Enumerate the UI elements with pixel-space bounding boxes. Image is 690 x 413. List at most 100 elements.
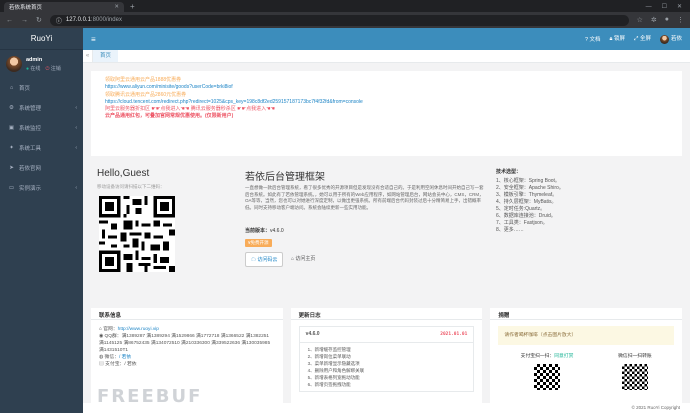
visit-home-button[interactable]: ⌂ 访问主页 xyxy=(289,252,317,265)
tech-stack: 技术选型： 1、核心框架：Spring Boot。 2、安全框架：Apache … xyxy=(496,169,564,233)
new-tab-icon[interactable]: + xyxy=(130,2,135,12)
notice-aliyun-title: 领取阿里云通用云产品1888优惠券 xyxy=(105,77,182,83)
forward-icon[interactable]: → xyxy=(21,17,28,24)
hamburger-icon[interactable]: ≡ xyxy=(91,35,96,44)
page-title: 若依后台管理框架 xyxy=(245,172,325,183)
changelog-item: 3、菜单新增显示隐藏选项 xyxy=(307,361,360,366)
tech-item: 2、安全框架：Apache Shiro。 xyxy=(496,185,564,191)
changelog-date: 2021.01.01 xyxy=(440,332,468,337)
home-icon: ⌂ xyxy=(9,85,14,91)
sidebar-item-system[interactable]: ⚙ 系统管理 ‹ xyxy=(0,98,83,118)
changelog-item: 5、新增表格列宽拖动功能 xyxy=(307,375,360,380)
changelog-item: 1、新增缓存监控管理 xyxy=(307,347,351,352)
url-path: :8000/index xyxy=(90,17,122,23)
qr-code xyxy=(99,196,175,272)
notice-tencent-title: 领取腾讯云通用云产品2860元优惠券 xyxy=(105,91,187,98)
chevron-left-icon: ‹ xyxy=(75,125,77,131)
browser-tab[interactable]: 若依系统首页 ✕ xyxy=(4,2,124,12)
donate-alert: 请作者喝杯咖啡（点击图片放大） xyxy=(498,326,675,345)
alipay-qr[interactable] xyxy=(534,364,561,390)
sidebar-nav: ⌂ 首页 ⚙ 系统管理 ‹ ▣ 系统监控 ‹ ✦ 系统工具 ‹ ➤ 若依官网 ▭ 实例演示 ‹ xyxy=(0,78,83,198)
contact-qq: ◉ QQ群：满1389287 满1389294 满1529866 满177271… xyxy=(99,334,271,353)
lock-button[interactable]: 🔒︎ 锁屏 xyxy=(610,34,625,43)
intro-section: Hello,Guest 移动设备访问请扫描以下二维码： 若依后台管理框架 一直想… xyxy=(91,162,682,302)
online-status: ● 在线 xyxy=(26,65,41,72)
sidebar-item-tools[interactable]: ✦ 系统工具 ‹ xyxy=(0,138,83,158)
tab-title: 若依系统首页 xyxy=(9,5,43,11)
minimize-icon[interactable]: — xyxy=(646,2,652,12)
contact-header: 联系信息 xyxy=(91,308,283,320)
tech-item: 3、模板引擎：Thymeleaf。 xyxy=(496,192,558,198)
online-dot-icon: ● xyxy=(26,65,30,72)
send-icon: ➤ xyxy=(9,165,14,171)
logout-icon: ⏻ xyxy=(45,65,50,72)
hello-subtitle: 移动设备访问请扫描以下二维码： xyxy=(97,184,165,189)
star-icon[interactable]: ☆ xyxy=(637,16,643,24)
alipay-icon: ▤ xyxy=(99,362,104,367)
url-host: 127.0.0.1 xyxy=(65,17,91,23)
donate-header: 捐赠 xyxy=(490,308,683,320)
sidebar-item-demo[interactable]: ▭ 实例演示 ‹ xyxy=(0,178,83,198)
maximize-icon[interactable]: ☐ xyxy=(662,2,667,12)
extension-icon[interactable]: ✲ xyxy=(651,16,657,24)
changelog-panel: 更新日志 v4.6.0 2021.01.01 1、新增缓存监控管理 2、新增岗位… xyxy=(290,308,483,413)
sidebar-item-website[interactable]: ➤ 若依官网 xyxy=(0,158,83,178)
info-icon: ⓘ xyxy=(55,18,62,25)
user-panel: admin ● 在线 ⏻ 注销 xyxy=(0,50,83,78)
changelog-item: 2、新增岗位菜单联动 xyxy=(307,354,351,359)
top-navbar: ≡ ? 文档 🔒︎ 锁屏 ⤢ 全屏 若依 xyxy=(83,28,690,50)
changelog-item: 4、删除用户和角色解绑关联 xyxy=(307,368,365,373)
logout-link[interactable]: ⏻ 注销 xyxy=(45,65,60,72)
tech-item: 8、更多…… xyxy=(496,227,524,233)
tech-item: 5、定时任务:Quartz。 xyxy=(496,206,546,212)
hello-heading: Hello,Guest xyxy=(97,168,150,179)
wechat-donate: 微信扫一扫转账 xyxy=(618,353,652,390)
promo-notice: 领取阿里云通用云产品1888优惠券 https://www.aliyun.com… xyxy=(91,71,682,156)
sidebar-item-monitor[interactable]: ▣ 系统监控 ‹ xyxy=(0,118,83,138)
wechat-icon: ◍ xyxy=(99,355,104,360)
donate-panel: 捐赠 请作者喝杯咖啡（点击图片放大） 支付宝扫一扫：同意打赏 微信扫一扫转账 xyxy=(490,308,683,413)
home-icon: ⌂ xyxy=(99,327,102,332)
changelog-version-row[interactable]: v4.6.0 2021.01.01 xyxy=(299,327,474,343)
address-bar[interactable]: ⓘ 127.0.0.1:8000/index xyxy=(49,14,629,26)
chevron-left-icon: ‹ xyxy=(75,145,77,151)
avatar xyxy=(659,34,669,44)
tech-item: 7、工具类：Fastjson。 xyxy=(496,220,548,226)
close-window-icon[interactable]: ✕ xyxy=(677,2,682,12)
donate-link[interactable]: 同意打赏 xyxy=(554,354,573,359)
desktop-icon: ▭ xyxy=(8,185,15,191)
tab-home[interactable]: 首页 xyxy=(93,50,119,62)
content-area: 领取阿里云通用云产品1888优惠券 https://www.aliyun.com… xyxy=(83,63,690,413)
changelog-header: 更新日志 xyxy=(290,308,483,320)
back-icon[interactable]: ← xyxy=(6,17,13,24)
logo[interactable]: RuoYi xyxy=(0,28,83,50)
site-link[interactable]: http://www.ruoyi.vip xyxy=(118,327,159,332)
intro-description: 一直想做一款后台管理系统，看了很多优秀的开源项目但是发现没有合适自己的。于是利用… xyxy=(245,185,484,210)
menu-icon[interactable]: ⋮ xyxy=(677,16,684,24)
tool-icon: ✦ xyxy=(9,145,14,151)
fullscreen-button[interactable]: ⤢ 全屏 xyxy=(634,34,651,43)
visit-gitee-button[interactable]: ☁ 访问码云 xyxy=(245,252,284,267)
notice-aliyun-link[interactable]: https://www.aliyun.com/minisite/goods?us… xyxy=(105,84,668,91)
cloud-icon: ☁ xyxy=(251,257,257,263)
current-version: 当前版本：v4.6.0 xyxy=(245,228,284,234)
avatar[interactable] xyxy=(6,56,22,72)
wechat-qr[interactable] xyxy=(621,364,648,390)
profile-icon[interactable]: ● xyxy=(665,16,669,24)
reload-icon[interactable]: ↻ xyxy=(36,16,42,24)
doc-button[interactable]: ? 文档 xyxy=(585,35,601,43)
browser-toolbar: ← → ↻ ⓘ 127.0.0.1:8000/index ☆ ✲ ● ⋮ xyxy=(0,12,690,28)
notice-redpacket: 云产品通用红包，可叠加官网常规优惠使用。(仅限新用户) xyxy=(105,113,234,120)
alipay-donate: 支付宝扫一扫：同意打赏 xyxy=(521,353,573,390)
tabs-left-icon[interactable]: « xyxy=(83,50,93,62)
browser-tabstrip: 若依系统首页 ✕ + — ☐ ✕ xyxy=(0,0,690,12)
user-menu[interactable]: 若依 xyxy=(659,34,682,44)
video-icon: ▣ xyxy=(8,125,15,131)
contact-wechat: ◍ 微信：/ 若依 xyxy=(99,355,132,360)
close-icon[interactable]: ✕ xyxy=(114,4,119,10)
tech-item: 1、核心框架：Spring Boot。 xyxy=(496,178,560,184)
sidebar-item-home[interactable]: ⌂ 首页 xyxy=(0,78,83,98)
qq-icon: ◉ xyxy=(99,334,104,339)
window-controls: — ☐ ✕ xyxy=(646,2,690,12)
user-name: admin xyxy=(26,56,43,63)
